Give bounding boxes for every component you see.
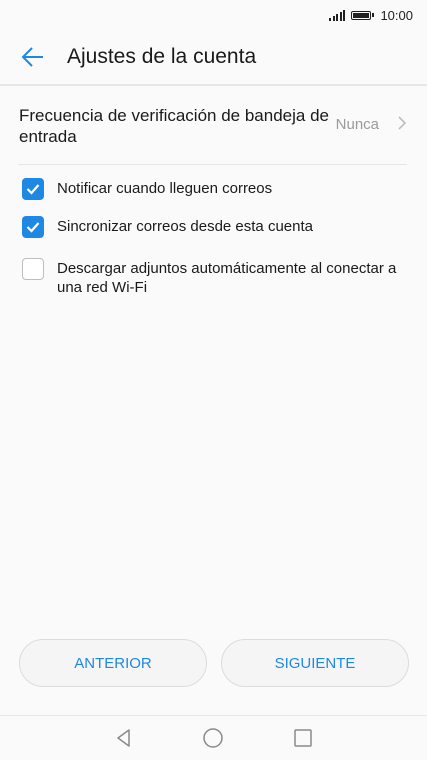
- download-attachments-checkbox[interactable]: [22, 258, 44, 280]
- app-bar: Ajustes de la cuenta: [0, 30, 427, 86]
- previous-button[interactable]: ANTERIOR: [19, 639, 207, 687]
- checkmark-icon: [26, 184, 40, 195]
- sync-label: Sincronizar correos desde esta cuenta: [57, 218, 313, 235]
- option-sync-mail[interactable]: Sincronizar correos desde esta cuenta: [22, 216, 409, 238]
- back-button[interactable]: [13, 37, 53, 77]
- checkmark-icon: [26, 222, 40, 233]
- download-attachments-label: Descargar adjuntos automáticamente al co…: [57, 260, 397, 296]
- notify-checkbox[interactable]: [22, 178, 44, 200]
- page-title: Ajustes de la cuenta: [67, 45, 257, 68]
- inbox-frequency-label: Frecuencia de verificación de bandeja de…: [19, 106, 329, 146]
- arrow-left-icon: [21, 47, 43, 67]
- status-bar: 10:00: [0, 0, 427, 30]
- inbox-frequency-value: Nunca: [335, 116, 379, 133]
- inbox-frequency-setting[interactable]: Frecuencia de verificación de bandeja de…: [18, 86, 407, 165]
- next-button[interactable]: SIGUIENTE: [221, 639, 409, 687]
- nav-back-icon[interactable]: [114, 728, 134, 748]
- chevron-right-icon: [398, 116, 407, 130]
- nav-recents-icon[interactable]: [293, 728, 313, 748]
- nav-home-icon[interactable]: [202, 727, 224, 749]
- navigation-bar: [0, 715, 427, 760]
- notify-label: Notificar cuando lleguen correos: [57, 180, 273, 197]
- option-download-attachments[interactable]: Descargar adjuntos automáticamente al co…: [22, 258, 409, 297]
- sync-checkbox[interactable]: [22, 216, 44, 238]
- signal-icon: [329, 9, 346, 21]
- status-time: 10:00: [380, 7, 413, 23]
- option-notify-new-mail[interactable]: Notificar cuando lleguen correos: [22, 178, 409, 200]
- battery-icon: [351, 10, 375, 20]
